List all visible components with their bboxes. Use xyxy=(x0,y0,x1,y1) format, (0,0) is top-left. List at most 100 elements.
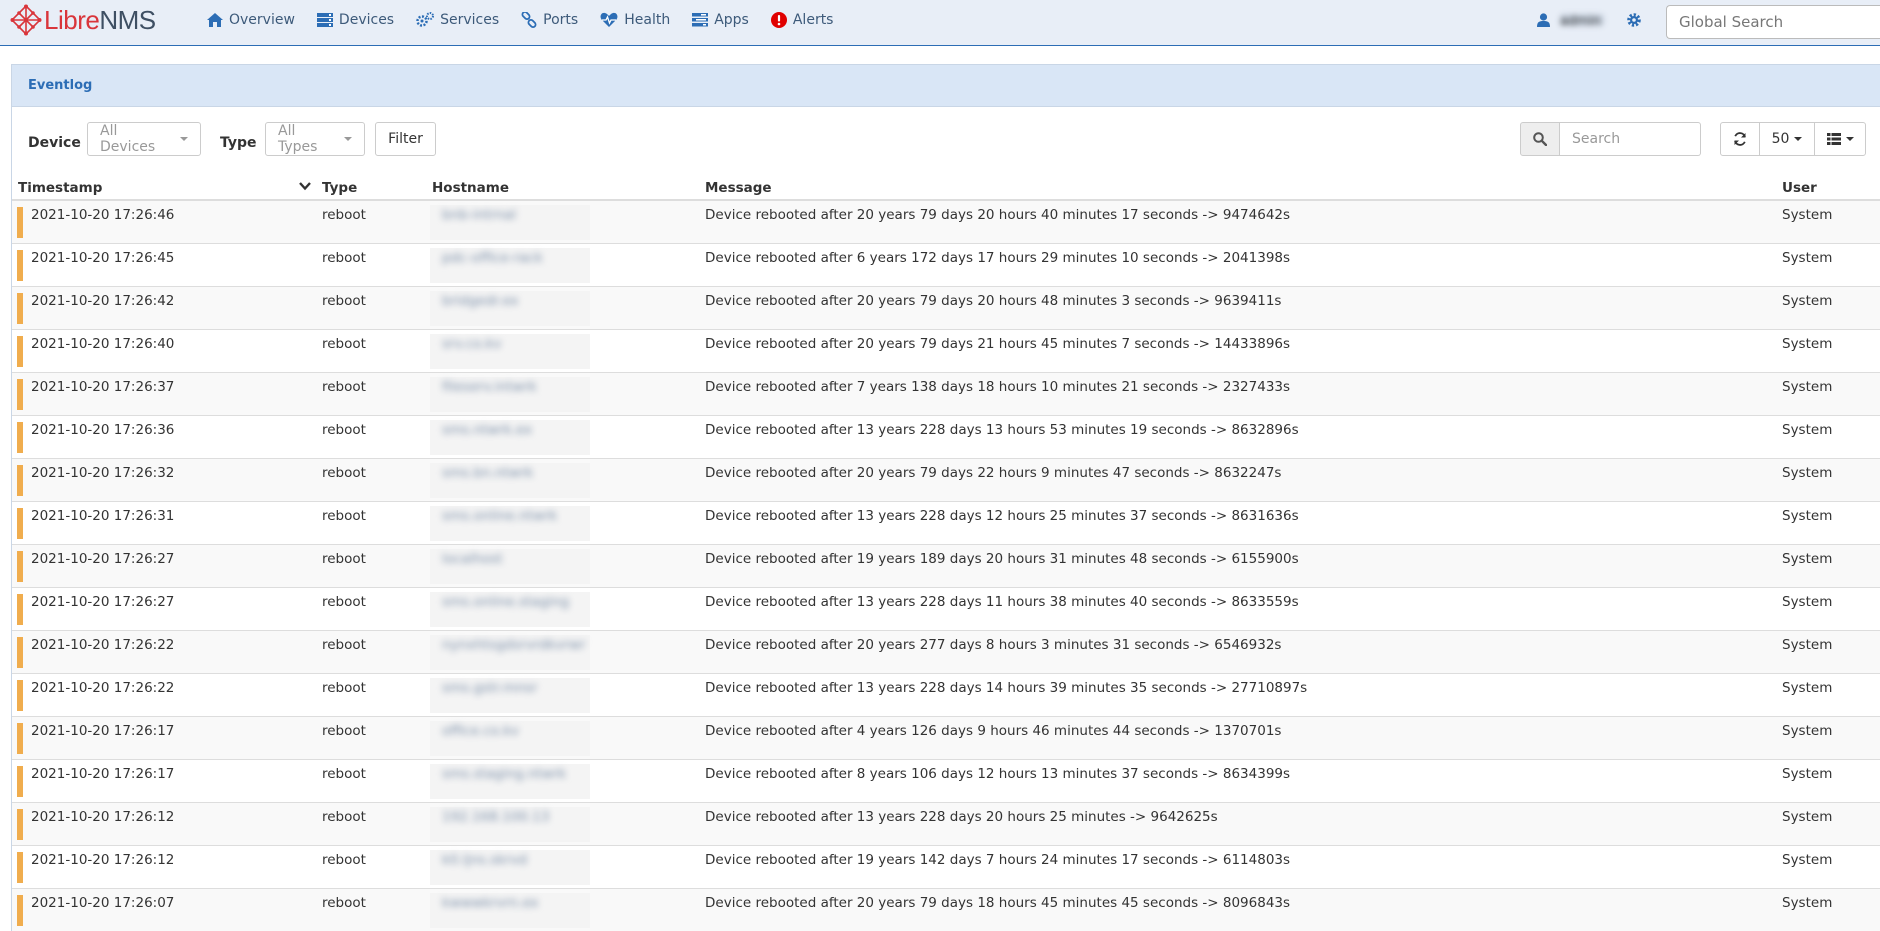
cell-user: System xyxy=(1782,465,1833,481)
severity-indicator xyxy=(17,465,23,496)
severity-indicator xyxy=(17,723,23,754)
severity-indicator xyxy=(17,852,23,883)
cell-user: System xyxy=(1782,207,1833,223)
column-header-type[interactable]: Type xyxy=(322,180,357,196)
hostname-link[interactable]: fileserv.intwrk xyxy=(430,377,590,395)
refresh-button[interactable] xyxy=(1720,122,1760,156)
cell-type: reboot xyxy=(322,207,366,223)
cell-timestamp: 2021-10-20 17:26:31 xyxy=(31,508,175,524)
nav-ports[interactable]: Ports xyxy=(521,0,578,40)
cell-type: reboot xyxy=(322,852,366,868)
nav-devices[interactable]: Devices xyxy=(316,0,394,40)
nav-apps[interactable]: Apps xyxy=(692,0,749,40)
hostname-link[interactable]: sms.gstr.mnsr xyxy=(430,678,590,696)
table-row: 2021-10-20 17:26:17 reboot sms.staging.ntw… xyxy=(12,760,1880,803)
cell-hostname[interactable]: fileserv.intwrk xyxy=(430,377,590,412)
hostname-link[interactable]: bridgedr.ex xyxy=(430,291,590,309)
cell-message: Device rebooted after 20 years 79 days 2… xyxy=(705,465,1282,481)
cell-hostname[interactable]: k0.ljns.skrvd xyxy=(430,850,590,885)
hostname-link[interactable]: localhost xyxy=(430,549,590,567)
type-select[interactable]: All Types xyxy=(265,122,365,156)
cell-type: reboot xyxy=(322,336,366,352)
cell-hostname[interactable]: 192.168.100.13 xyxy=(430,807,590,842)
hostname-link[interactable]: nynxhtsgdsrvrdkvrwr xyxy=(430,635,590,653)
brand-logo-link[interactable]: LibreNMS xyxy=(10,4,156,36)
cell-hostname[interactable]: sms.ntwrk.ex xyxy=(430,420,590,455)
hostname-link[interactable]: sms.online.staging xyxy=(430,592,590,610)
cell-timestamp: 2021-10-20 17:26:12 xyxy=(31,809,175,825)
hostname-link[interactable]: bnb-intrnal xyxy=(430,205,590,223)
cell-hostname[interactable]: sms.online.ntwrk xyxy=(430,506,590,541)
hostname-link[interactable]: sms.staging.ntwrk xyxy=(430,764,590,782)
filter-button[interactable]: Filter xyxy=(375,122,436,156)
cell-message: Device rebooted after 13 years 228 days … xyxy=(705,508,1299,524)
cell-user: System xyxy=(1782,508,1833,524)
cell-type: reboot xyxy=(322,250,366,266)
cell-message: Device rebooted after 4 years 126 days 9… xyxy=(705,723,1282,739)
column-header-message[interactable]: Message xyxy=(705,180,772,196)
column-header-hostname[interactable]: Hostname xyxy=(432,180,509,196)
search-icon xyxy=(1533,132,1547,146)
cell-hostname[interactable]: pdc-office-rack xyxy=(430,248,590,283)
cell-hostname[interactable]: nynxhtsgdsrvrdkvrwr xyxy=(430,635,590,670)
type-filter-label: Type xyxy=(220,135,257,151)
hostname-link[interactable]: sms.ntwrk.ex xyxy=(430,420,590,438)
hostname-link[interactable]: 192.168.100.13 xyxy=(430,807,590,825)
sort-desc-icon[interactable] xyxy=(299,181,311,191)
hostname-link[interactable]: office.co.kv xyxy=(430,721,590,739)
cell-hostname[interactable]: kwwwkrvrn.ex xyxy=(430,893,590,928)
user-menu[interactable]: admin xyxy=(1537,13,1604,29)
cell-message: Device rebooted after 13 years 228 days … xyxy=(705,809,1218,825)
cell-user: System xyxy=(1782,809,1833,825)
page-size-dropdown[interactable]: 50 xyxy=(1759,122,1815,156)
hostname-link[interactable]: srv.co.kv xyxy=(430,334,590,352)
column-header-user[interactable]: User xyxy=(1782,180,1817,196)
device-select[interactable]: All Devices xyxy=(87,122,201,156)
global-search-input[interactable] xyxy=(1666,5,1880,39)
hostname-link[interactable]: k0.ljns.skrvd xyxy=(430,850,590,868)
column-header-timestamp[interactable]: Timestamp xyxy=(18,180,102,196)
brand-name-part1: Libre xyxy=(44,4,100,35)
severity-indicator xyxy=(17,809,23,840)
nav-alerts[interactable]: Alerts xyxy=(770,0,833,40)
cell-timestamp: 2021-10-20 17:26:40 xyxy=(31,336,175,352)
cell-hostname[interactable]: sms.bn.ntwrk xyxy=(430,463,590,498)
cell-user: System xyxy=(1782,766,1833,782)
severity-indicator xyxy=(17,680,23,711)
cell-hostname[interactable]: office.co.kv xyxy=(430,721,590,756)
device-select-value: All Devices xyxy=(100,123,156,155)
cell-hostname[interactable]: sms.gstr.mnsr xyxy=(430,678,590,713)
brand-name: LibreNMS xyxy=(44,5,156,36)
cell-hostname[interactable]: bnb-intrnal xyxy=(430,205,590,240)
nav-services-label: Services xyxy=(440,12,500,28)
nav-health[interactable]: Health xyxy=(600,0,670,40)
settings-button[interactable] xyxy=(1626,12,1642,28)
cell-hostname[interactable]: sms.staging.ntwrk xyxy=(430,764,590,799)
hostname-link[interactable]: kwwwkrvrn.ex xyxy=(430,893,590,911)
severity-indicator xyxy=(17,379,23,410)
cell-hostname[interactable]: bridgedr.ex xyxy=(430,291,590,326)
cell-timestamp: 2021-10-20 17:26:36 xyxy=(31,422,175,438)
table-row: 2021-10-20 17:26:45 reboot pdc-office-rack… xyxy=(12,244,1880,287)
severity-indicator xyxy=(17,422,23,453)
cell-user: System xyxy=(1782,551,1833,567)
panel-heading: Eventlog xyxy=(12,65,1880,107)
nav-overview-label: Overview xyxy=(229,12,295,28)
cell-hostname[interactable]: srv.co.kv xyxy=(430,334,590,369)
table-search-input[interactable] xyxy=(1560,122,1701,156)
eventlog-panel: Eventlog Device All Devices Type All Typ… xyxy=(11,64,1880,931)
hostname-link[interactable]: sms.online.ntwrk xyxy=(430,506,590,524)
nav-services[interactable]: Services xyxy=(416,0,499,40)
hostname-link[interactable]: pdc-office-rack xyxy=(430,248,590,266)
severity-indicator xyxy=(17,508,23,539)
cell-hostname[interactable]: localhost xyxy=(430,549,590,584)
cell-timestamp: 2021-10-20 17:26:22 xyxy=(31,680,175,696)
top-navbar: LibreNMS Overview Devices Services Ports… xyxy=(0,0,1880,46)
nav-overview[interactable]: Overview xyxy=(207,0,295,40)
cell-message: Device rebooted after 13 years 228 days … xyxy=(705,594,1299,610)
table-row: 2021-10-20 17:26:07 reboot kwwwkrvrn.ex Dev… xyxy=(12,889,1880,931)
columns-dropdown[interactable] xyxy=(1814,122,1866,156)
cell-type: reboot xyxy=(322,508,366,524)
cell-hostname[interactable]: sms.online.staging xyxy=(430,592,590,627)
hostname-link[interactable]: sms.bn.ntwrk xyxy=(430,463,590,481)
